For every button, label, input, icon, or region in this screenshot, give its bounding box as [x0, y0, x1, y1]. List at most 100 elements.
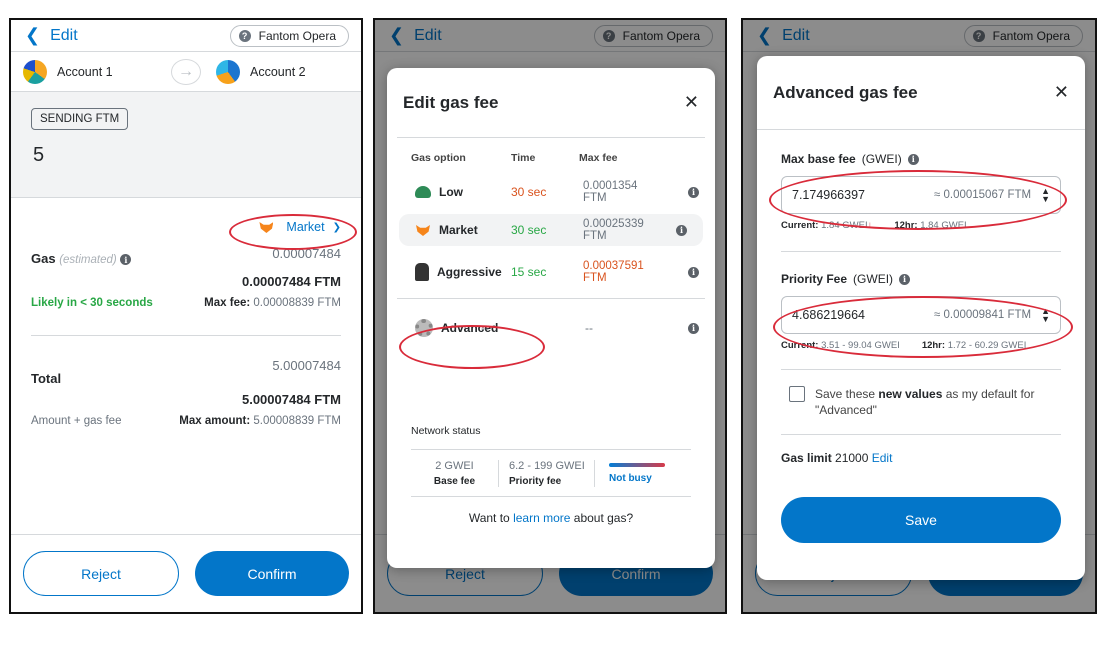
col-maxfee: Max fee [579, 152, 618, 164]
learn-more-link[interactable]: learn more [513, 511, 570, 525]
twelve-value: 1.84 GWEI [920, 220, 967, 231]
option-time: -- [481, 321, 489, 335]
send-amount: 5 [33, 144, 45, 166]
gas-options-header: Gas option Time Max fee [387, 138, 715, 164]
max-base-fee-input[interactable]: 7.174966397 ≈ 0.00015067 FTM ▲ ▼ [781, 176, 1061, 214]
amount-gas-row: Amount + gas fee Max amount: 5.00008839 … [31, 415, 341, 427]
edit-back-button[interactable]: ❮ Edit [25, 25, 78, 46]
option-label: Market [439, 223, 478, 237]
likely-time: Likely in < 30 seconds [31, 297, 153, 309]
market-chevron-icon: ❯ [332, 221, 341, 233]
network-status-row: 2 GWEI Base fee 6.2 - 199 GWEI Priority … [387, 450, 715, 496]
advanced-gas-fee-panel: ❮ Edit ? Fantom Opera Reject Confirm Adv… [741, 18, 1097, 614]
priority-fee-unit: (GWEI) [853, 272, 894, 286]
priority-fee-input[interactable]: 4.686219664 ≈ 0.00009841 FTM ▲ ▼ [781, 296, 1061, 334]
gas-option-market[interactable]: Market 30 sec 0.00025339 FTM i [399, 214, 703, 246]
account-bar: Account 1 → Account 2 [11, 52, 361, 92]
gas-limit-label: Gas limit [781, 451, 832, 465]
info-icon[interactable]: i [688, 322, 699, 334]
info-icon[interactable]: i [899, 273, 911, 285]
divider [31, 335, 341, 336]
gorilla-icon [415, 263, 429, 281]
option-fee: 0.00037591 FTM [583, 260, 644, 284]
priority-fee-label-row: Priority Fee (GWEI) i [781, 272, 1061, 286]
market-label: Market [286, 220, 325, 234]
fox-icon [258, 220, 274, 234]
close-icon[interactable]: ✕ [1054, 82, 1069, 103]
footer-actions: Reject Confirm [11, 534, 361, 612]
total-label: Total [31, 371, 62, 386]
info-icon[interactable]: i [120, 254, 132, 266]
gas-option-aggressive[interactable]: Aggressive 15 sec 0.00037591 FTM i [387, 246, 715, 298]
modal-title: Edit gas fee [403, 92, 499, 112]
current-label: Current: [781, 220, 819, 231]
gas-value: 0.00007484 [272, 246, 341, 261]
reject-button[interactable]: Reject [23, 551, 179, 596]
info-icon[interactable]: i [907, 153, 919, 165]
current-label: Current: [781, 340, 819, 351]
option-time: 15 sec [511, 265, 547, 279]
modal-title: Advanced gas fee [773, 82, 918, 102]
divider [781, 251, 1061, 252]
account-1-avatar [23, 59, 47, 84]
max-base-fee-label: Max base fee [781, 152, 856, 166]
priority-fee-label: Priority Fee [781, 272, 848, 286]
stepper-icon[interactable]: ▲ ▼ [1041, 307, 1050, 324]
option-time: 30 sec [511, 223, 547, 237]
total-value: 5.00007484 [272, 358, 341, 373]
max-amount-label: Max amount: [179, 415, 251, 427]
current-value: 1.84 GWEI [821, 220, 868, 231]
base-fee-label: Base fee [433, 475, 476, 487]
priority-fee-value: 6.2 - 199 GWEI [509, 459, 585, 472]
priority-history: Current: 3.51 - 99.04 GWEI 12hr: 1.72 - … [781, 340, 1061, 351]
gas-limit-row: Gas limit 21000 Edit [781, 451, 1061, 465]
priority-fee-label: Priority fee [509, 475, 562, 487]
learn-more-row: Want to learn more about gas? [387, 511, 715, 525]
col-time: Time [511, 152, 536, 164]
gas-estimated: (estimated) [59, 254, 117, 266]
sending-tag: SENDING FTM [31, 108, 129, 130]
save-default-checkbox[interactable] [789, 386, 805, 402]
account-from[interactable]: Account 1 [11, 59, 186, 84]
stepper-icon[interactable]: ▲ ▼ [1041, 187, 1050, 204]
priority-fee-value: 4.686219664 [792, 308, 865, 322]
gas-limit-edit-link[interactable]: Edit [872, 451, 893, 465]
twelve-label: 12hr: [921, 340, 946, 351]
gas-ftm-row: 0.00007484 FTM [31, 274, 341, 289]
option-fee: 0.00025339 FTM [583, 218, 644, 242]
close-icon[interactable]: ✕ [684, 92, 699, 113]
save-default-bold: new values [878, 387, 943, 401]
total-ftm-row: 5.00007484 FTM [31, 392, 341, 407]
p-current-value: 3.51 - 99.04 GWEI [821, 340, 900, 351]
account-from-name: Account 1 [57, 64, 113, 79]
max-fee-value: 0.00008839 FTM [253, 297, 341, 309]
market-link[interactable]: Market ❯ [31, 220, 341, 234]
info-icon[interactable]: i [688, 266, 699, 278]
busy-cell: Not busy [595, 462, 691, 484]
network-question-icon: ? [238, 29, 251, 42]
divider [781, 434, 1061, 435]
base-fee-value: 2 GWEI [435, 459, 474, 472]
edit-gas-fee-modal: Edit gas fee ✕ Gas option Time Max fee L… [387, 68, 715, 568]
confirm-button[interactable]: Confirm [195, 551, 349, 596]
p-twelve-value: 1.72 - 60.29 GWEI [947, 340, 1027, 351]
option-fee: -- [585, 321, 593, 335]
arrow-right-icon: → [171, 59, 201, 85]
gas-option-low[interactable]: Low 30 sec 0.0001354 FTM i [387, 170, 715, 214]
learn-prefix: Want to [468, 511, 514, 525]
gas-option-advanced[interactable]: Advanced -- -- i [387, 299, 715, 357]
network-pill[interactable]: ? Fantom Opera [229, 24, 349, 47]
max-base-fee-value: 7.174966397 [792, 188, 865, 202]
priority-fee-cell: 6.2 - 199 GWEI Priority fee [499, 459, 595, 487]
option-time: 30 sec [511, 185, 547, 199]
option-label: Aggressive [437, 265, 502, 279]
divider [757, 129, 1085, 130]
info-icon[interactable]: i [688, 186, 699, 198]
save-button[interactable]: Save [781, 497, 1061, 543]
account-to[interactable]: Account 2 [186, 59, 361, 84]
max-base-fee-label-row: Max base fee (GWEI) i [781, 152, 1061, 166]
divider [411, 496, 691, 497]
total-label-row: Total [31, 371, 341, 386]
max-base-history: Current: 1.84 GWEI↓ 12hr: 1.84 GWEI [781, 220, 1061, 231]
info-icon[interactable]: i [676, 224, 687, 236]
